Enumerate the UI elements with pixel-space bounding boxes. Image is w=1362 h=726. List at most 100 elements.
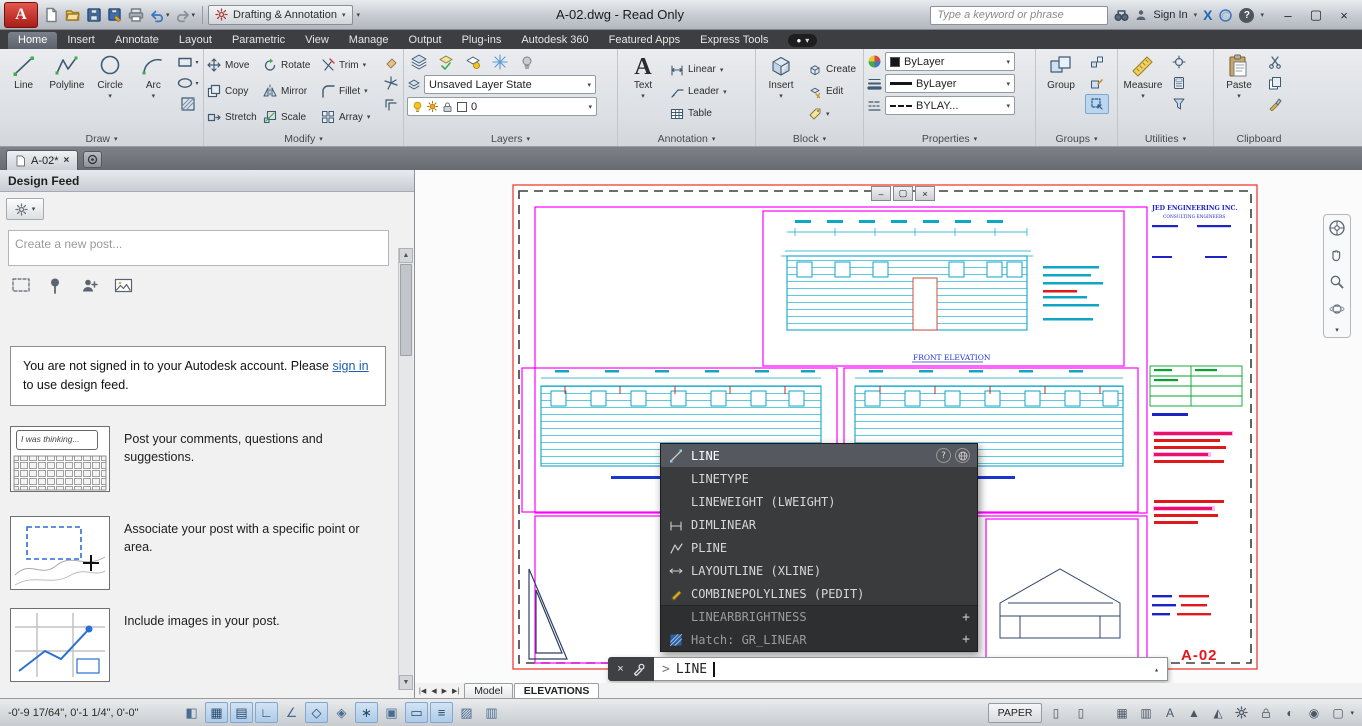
quick-properties-toggle[interactable]: ▥ — [480, 702, 503, 723]
paper-space-button[interactable]: ▯ — [1069, 702, 1092, 723]
redo-button[interactable]: ▾ — [173, 3, 198, 27]
tab-plugins[interactable]: Plug-ins — [452, 32, 512, 49]
object-snap-toggle[interactable]: ◇ — [305, 702, 328, 723]
measure-flyout-icon[interactable]: ▾ — [1141, 92, 1145, 100]
suggestion-line[interactable]: LINE ? — [661, 444, 977, 467]
suggestion-hatch-gr-linear[interactable]: Hatch: GR_LINEAR+ — [661, 628, 977, 651]
insert-flyout-icon[interactable]: ▾ — [779, 92, 783, 100]
polar-tracking-toggle[interactable]: ∠ — [280, 702, 303, 723]
rotate-button[interactable]: Rotate — [263, 58, 321, 72]
exchange-apps-icon[interactable]: X — [1203, 7, 1212, 23]
suggestion-pline[interactable]: PLINE — [661, 536, 977, 559]
quick-view-layouts-button[interactable]: ▦ — [1110, 702, 1133, 723]
group-selection-toggle[interactable] — [1085, 94, 1109, 114]
panel-layers-label[interactable]: Layers▾ — [407, 131, 614, 146]
tab-view[interactable]: View — [295, 32, 339, 49]
layout-tab-model[interactable]: Model — [464, 683, 513, 698]
search-input[interactable] — [930, 6, 1108, 25]
scroll-down-button[interactable]: ▼ — [399, 675, 413, 690]
scrollbar-thumb[interactable] — [400, 264, 412, 356]
file-tabs-menu-button[interactable] — [83, 151, 102, 168]
panel-block-label[interactable]: Block▾ — [759, 131, 860, 146]
expand-plus-icon[interactable]: + — [962, 610, 970, 625]
plot-button[interactable] — [126, 3, 146, 27]
quick-calc-button[interactable] — [1167, 73, 1191, 93]
autodesk-360-icon[interactable] — [1218, 5, 1233, 25]
scroll-up-button[interactable]: ▲ — [399, 248, 413, 263]
id-point-button[interactable] — [1167, 52, 1191, 72]
orbit-button[interactable] — [1326, 299, 1348, 319]
hatch-button[interactable] — [176, 94, 200, 114]
drawing-restore-button[interactable]: ▢ — [893, 186, 913, 201]
command-close-icon[interactable]: × — [617, 663, 623, 675]
help-button[interactable]: ? — [1239, 8, 1254, 23]
fillet-button[interactable]: Fillet▾ — [321, 84, 377, 98]
cut-button[interactable] — [1263, 52, 1287, 72]
layer-off-button[interactable] — [515, 52, 539, 72]
annotation-autoscale-toggle[interactable]: ▲ — [1182, 702, 1205, 723]
design-feed-settings-button[interactable]: ▾ — [6, 198, 44, 220]
tab-layout[interactable]: Layout — [169, 32, 222, 49]
file-tab-close-icon[interactable]: × — [64, 155, 70, 166]
drawing-minimize-button[interactable]: – — [871, 186, 891, 201]
signin-link[interactable]: sign in — [332, 359, 368, 373]
tab-home[interactable]: Home — [8, 32, 57, 49]
next-layout-button[interactable]: ▶ — [440, 687, 449, 695]
polyline-button[interactable]: Polyline — [46, 52, 87, 131]
undo-dropdown-icon[interactable]: ▾ — [166, 11, 170, 19]
command-history-icon[interactable]: ▴ — [1154, 665, 1159, 674]
design-feed-scrollbar[interactable]: ▲ ▼ — [398, 248, 413, 690]
linetype-dropdown[interactable]: BYLAY...▾ — [885, 96, 1015, 115]
panel-modify-label[interactable]: Modify▾ — [207, 131, 400, 146]
match-properties-button[interactable] — [1263, 94, 1287, 114]
infer-constraints-toggle[interactable]: ◧ — [180, 702, 203, 723]
panel-utilities-label[interactable]: Utilities▾ — [1121, 131, 1210, 146]
line-button[interactable]: Line — [3, 52, 44, 131]
insert-block-button[interactable]: Insert▾ — [759, 52, 803, 131]
define-area-button[interactable] — [8, 274, 34, 296]
drawing-close-button[interactable]: × — [915, 186, 935, 201]
trim-flyout-icon[interactable]: ▾ — [363, 61, 367, 69]
suggestion-lineweight[interactable]: LINEWEIGHT (LWEIGHT) — [661, 490, 977, 513]
grid-display-toggle[interactable]: ▤ — [230, 702, 253, 723]
lineweight-dropdown[interactable]: ByLayer▾ — [885, 74, 1015, 93]
table-button[interactable]: Table — [667, 104, 730, 124]
trim-button[interactable]: Trim▾ — [321, 58, 377, 72]
dynamic-ucs-toggle[interactable]: ▣ — [380, 702, 403, 723]
explode-button[interactable] — [379, 73, 403, 93]
panel-clipboard-label[interactable]: Clipboard — [1217, 131, 1301, 146]
transparency-toggle[interactable]: ▨ — [455, 702, 478, 723]
command-help-icon[interactable]: ? — [936, 448, 951, 463]
arc-flyout-icon[interactable]: ▾ — [152, 92, 156, 100]
panel-draw-label[interactable]: Draw▾ — [3, 131, 200, 146]
copy-button[interactable]: Copy — [207, 84, 263, 98]
minimize-button[interactable]: – — [1274, 4, 1302, 26]
command-input[interactable]: > LINE ▴ — [654, 657, 1168, 681]
text-button[interactable]: AText▾ — [621, 52, 665, 131]
new-file-button[interactable] — [42, 3, 62, 27]
annotation-visibility-toggle[interactable]: A — [1158, 702, 1181, 723]
edit-block-button[interactable]: Edit — [805, 82, 859, 102]
scale-button[interactable]: Scale — [263, 110, 321, 124]
copy-clip-button[interactable] — [1263, 73, 1287, 93]
tab-insert[interactable]: Insert — [57, 32, 105, 49]
navbar-menu-icon[interactable]: ▾ — [1335, 326, 1339, 334]
file-tab-a02[interactable]: A-02* × — [6, 150, 78, 170]
pin-location-button[interactable] — [42, 274, 68, 296]
layer-match-button[interactable] — [434, 52, 458, 72]
measure-button[interactable]: Measure▾ — [1121, 52, 1165, 131]
group-button[interactable]: Group — [1039, 52, 1083, 131]
layer-freeze-button[interactable] — [488, 52, 512, 72]
dimension-linear-button[interactable]: Linear▾ — [667, 60, 730, 80]
object-color-dropdown[interactable]: ByLayer▾ — [885, 52, 1015, 71]
isolate-objects-button[interactable]: ◉ — [1302, 702, 1325, 723]
paste-flyout-icon[interactable]: ▾ — [1237, 92, 1241, 100]
layer-properties-button[interactable] — [407, 52, 431, 72]
layout-tab-elevations[interactable]: ELEVATIONS — [514, 683, 600, 698]
prev-layout-button[interactable]: ◀ — [429, 687, 438, 695]
quick-select-button[interactable] — [1167, 94, 1191, 114]
pan-button[interactable] — [1326, 245, 1348, 265]
ungroup-button[interactable] — [1085, 52, 1109, 72]
status-menu-caret-icon[interactable]: ▾ — [1350, 709, 1354, 717]
search-button[interactable] — [1114, 5, 1129, 25]
